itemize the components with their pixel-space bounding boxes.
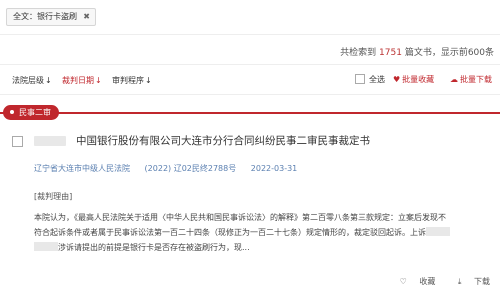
sort-court-level[interactable]: 法院层级↓ <box>12 75 52 86</box>
redacted-block <box>426 227 450 236</box>
redacted-block <box>34 242 58 251</box>
case-excerpt-line: 本院认为，《最高人民法院关于适用〈中华人民共和国民事诉讼法〉的解释》第二百零八条… <box>34 213 446 222</box>
select-all-checkbox[interactable] <box>355 74 365 84</box>
collect-button[interactable]: ♡ 收藏 <box>390 277 436 286</box>
download-icon: ⤓ <box>457 277 462 286</box>
arrow-down-icon: ↓ <box>95 76 102 85</box>
divider <box>0 64 500 65</box>
sort-court-level-label: 法院层级 <box>12 76 44 85</box>
select-all[interactable]: 全选 <box>355 74 385 85</box>
sort-trial-procedure[interactable]: 审判程序↓ <box>112 75 152 86</box>
filter-bar: 全文：银行卡盗刷 ✖ <box>0 0 500 34</box>
select-all-label: 全选 <box>369 75 385 84</box>
case-date: 2022-03-31 <box>250 164 298 173</box>
divider <box>0 34 500 35</box>
reason-label: [裁判理由] <box>34 192 73 201</box>
cloud-download-icon: ☁ <box>450 75 458 84</box>
case-title[interactable]: 中国银行股份有限公司大连市分行合同纠纷民事二审民事裁定书 <box>76 133 370 148</box>
case-checkbox[interactable] <box>12 136 23 147</box>
sort-trial-procedure-label: 审判程序 <box>112 76 144 85</box>
close-icon[interactable]: ✖ <box>83 9 90 25</box>
sort-toolbar: 法院层级↓ 裁判日期↓ 审判程序↓ 全选 ♥ 批量收藏 ☁ 批量下载 <box>0 70 500 92</box>
case-court: 辽宁省大连市中级人民法院 <box>34 164 130 173</box>
filter-chip[interactable]: 全文：银行卡盗刷 ✖ <box>6 8 96 26</box>
filter-chip-label: 全文：银行卡盗刷 <box>13 12 77 21</box>
case-number: (2022) 辽02民终2788号 <box>144 164 237 173</box>
download-button[interactable]: ⤓ 下载 <box>448 277 490 286</box>
batch-collect-label: 批量收藏 <box>402 75 435 84</box>
batch-collect-button[interactable]: ♥ 批量收藏 <box>393 74 434 85</box>
divider <box>0 94 500 95</box>
case-excerpt: 本院认为，《最高人民法院关于适用〈中华人民共和国民事诉讼法〉的解释》第二百零八条… <box>34 210 492 255</box>
case-excerpt-line: 涉诉请提出的前提是银行卡是否存在被盗刷行为，现... <box>34 240 492 255</box>
batch-download-button[interactable]: ☁ 批量下载 <box>450 74 492 85</box>
case-meta: 辽宁省大连市中级人民法院 (2022) 辽02民终2788号 2022-03-3… <box>34 163 309 174</box>
case-excerpt-line: 符合起诉条件或者属于民事诉讼法第一百二十四条（现修正为一百二十七条）规定情形的，… <box>34 225 492 240</box>
sort-judgment-date[interactable]: 裁判日期↓ <box>62 75 102 86</box>
batch-download-label: 批量下载 <box>460 75 492 84</box>
sort-judgment-date-label: 裁判日期 <box>62 76 94 85</box>
result-count-suffix: 篇文书，显示前600条 <box>401 48 494 58</box>
arrow-down-icon: ↓ <box>45 76 52 85</box>
result-count-number: 1751 <box>379 48 402 58</box>
case-card: 中国银行股份有限公司大连市分行合同纠纷民事二审民事裁定书 辽宁省大连市中级人民法… <box>0 114 500 292</box>
heart-outline-icon: ♡ <box>399 277 407 286</box>
heart-icon: ♥ <box>393 75 401 84</box>
result-count: 共检索到 1751 篇文书，显示前600条 <box>340 45 494 58</box>
card-actions: ♡ 收藏 ⤓ 下载 <box>380 276 490 287</box>
arrow-down-icon: ↓ <box>145 76 152 85</box>
redacted-block <box>34 136 66 146</box>
result-count-prefix: 共检索到 <box>340 48 380 58</box>
